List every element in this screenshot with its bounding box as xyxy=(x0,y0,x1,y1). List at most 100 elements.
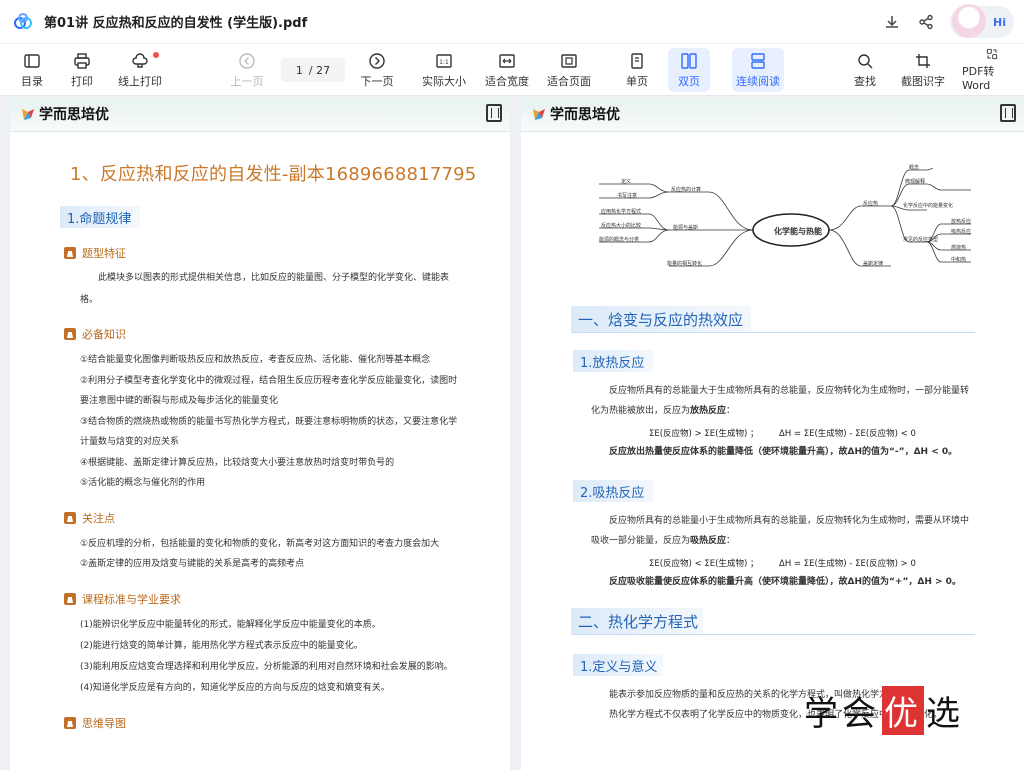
print-label: 打印 xyxy=(71,74,93,88)
paragraph: 反应吸收能量使反应体系的能量升高（使环境能量降低），故ΔH的值为“+”，ΔH >… xyxy=(609,577,961,587)
chapter-heading-text: 二、热化学方程式 xyxy=(578,612,699,631)
mind-map-node: 能量的相互转化 xyxy=(667,261,703,267)
section-heading-text: 1.命题规律 xyxy=(67,211,132,227)
fit-width-button[interactable]: 适合宽度 xyxy=(482,48,532,92)
page-main-title: 1、反应热和反应的自发性-副本1689668817795 xyxy=(70,164,477,185)
subheading-text: 必备知识 xyxy=(82,328,126,341)
section-heading: 1.放热反应 xyxy=(573,350,653,372)
pdf-convert-icon xyxy=(986,48,998,60)
document-title: 第01讲 反应热和反应的自发性 (学生版).pdf xyxy=(44,16,308,31)
section-heading-text: 1.定义与意义 xyxy=(580,659,658,675)
fit-width-icon xyxy=(499,53,515,68)
page-header: 学而思培优 xyxy=(521,98,1024,132)
brand-mark-icon xyxy=(22,109,34,120)
paragraph: 反应放出热量使反应体系的能量降低（使环境能量升高），故ΔH的值为“-”，ΔH <… xyxy=(609,447,958,457)
chevron-right-icon xyxy=(369,52,385,69)
cloud-print-icon xyxy=(132,52,148,68)
current-page-number[interactable]: 1 xyxy=(296,64,303,77)
next-page-button[interactable]: 下一页 xyxy=(356,48,398,92)
next-page-label: 下一页 xyxy=(360,74,394,88)
subheading-text: 题型特征 xyxy=(82,247,126,260)
text-span: 吸热反应 xyxy=(690,536,727,546)
fit-page-icon xyxy=(561,53,577,68)
flask-icon xyxy=(64,328,76,340)
printer-icon xyxy=(74,52,90,69)
section-heading: 1.定义与意义 xyxy=(573,654,663,676)
equation: ΔH = ΣE(生成物) - ΣE(反应物) > 0 xyxy=(779,559,916,569)
catalog-icon xyxy=(24,53,40,68)
user-avatar[interactable]: Hi xyxy=(950,4,1014,38)
equation: ΔH = ΣE(生成物) - ΣE(反应物) < 0 xyxy=(779,429,916,439)
actual-size-label: 实际大小 xyxy=(422,74,466,88)
print-button[interactable]: 打印 xyxy=(62,48,102,92)
fit-width-label: 适合宽度 xyxy=(485,74,529,88)
find-button[interactable]: 查找 xyxy=(848,48,882,92)
list-item: (1)能辨识化学反应中能量转化的形式，能解释化学反应中能量变化的本质。 xyxy=(80,620,381,630)
paragraph: 化为热能被放出，反应为放热反应： xyxy=(591,401,735,421)
equation: ΣE(反应物) < ΣE(生成物) ； xyxy=(649,559,759,569)
list-item: 要注意图中键的断裂与形成及每步活化的能量变化 xyxy=(80,396,279,406)
list-item: ①结合能量变化图像判断吸热反应和放热反应，考查反应热、活化能、催化剂等基本概念 xyxy=(80,355,431,365)
single-page-button[interactable]: 单页 xyxy=(620,48,654,92)
mind-map-node: 反应热 xyxy=(863,201,879,207)
search-icon xyxy=(858,53,873,68)
mind-map-center: 化学能与热能 xyxy=(774,227,822,236)
list-item: ②利用分子模型考查化学变化中的微观过程，结合阻生反应历程考查化学反应能量变化，读… xyxy=(80,376,458,386)
double-page-button[interactable]: 双页 xyxy=(668,48,710,92)
notification-dot xyxy=(153,52,159,58)
brand-name: 学而思培优 xyxy=(550,107,620,123)
equation: ΣE(反应物) > ΣE(生成物) ； xyxy=(649,429,759,439)
text-span: ： xyxy=(726,406,736,416)
flask-icon xyxy=(64,512,76,524)
subheading-mindmap: 思维导图 xyxy=(64,715,126,731)
pdf-to-word-label: PDF转Word xyxy=(962,65,995,92)
brand-name: 学而思培优 xyxy=(39,107,109,123)
actual-size-button[interactable]: 1:1 实际大小 xyxy=(418,48,470,92)
paragraph: 此模块多以图表的形式提供相关信息，比如反应的能量图、分子模型的化学变化、键能表 xyxy=(98,273,450,283)
mind-map-node: 微观解释 xyxy=(905,179,926,185)
mind-map-node: 定义 xyxy=(621,179,632,185)
online-print-label: 线上打印 xyxy=(118,74,162,88)
mind-map-node: 能源与盖斯 xyxy=(673,225,699,231)
mind-map-node: 反应热的计算 xyxy=(671,187,702,193)
fit-page-button[interactable]: 适合页面 xyxy=(544,48,594,92)
online-print-button[interactable]: 线上打印 xyxy=(112,48,168,92)
list-item: 计量数与焓变的对应关系 xyxy=(80,437,180,447)
brand-mark-icon xyxy=(533,109,545,120)
chapter-heading: 一、焓变与反应的热效应 xyxy=(571,306,975,333)
text-span: 化为热能被放出，反应为 xyxy=(591,406,691,416)
flask-icon xyxy=(64,593,76,605)
list-item: ①反应机理的分析，包括能量的变化和物质的变化，新高考对这方面知识的考查力度会加大 xyxy=(80,539,440,549)
download-icon[interactable] xyxy=(882,12,902,32)
crop-icon xyxy=(916,53,930,68)
subheading-text: 课程标准与学业要求 xyxy=(82,593,181,606)
watermark-text: 学会 xyxy=(804,694,880,734)
catalog-button[interactable]: 目录 xyxy=(12,48,52,92)
avatar-image xyxy=(952,4,986,38)
mind-map-node: 常见的反应类型 xyxy=(903,237,939,243)
mind-map-node: 中和热 xyxy=(951,257,967,263)
brand-logo: 学而思培优 xyxy=(20,104,109,124)
share-icon[interactable] xyxy=(916,12,936,32)
subheading-standard: 课程标准与学业要求 xyxy=(64,591,181,607)
mind-map-node: 反应热大小的比较 xyxy=(601,223,642,229)
pdf-page-left: 学而思培优 1、反应热和反应的自发性-副本1689668817795 1.命题规… xyxy=(10,98,510,770)
mind-map-node: 书写注意 xyxy=(617,193,638,199)
text-span: 吸收一部分能量，反应为 xyxy=(591,536,691,546)
screenshot-ocr-button[interactable]: 截图识字 xyxy=(898,48,948,92)
continuous-reading-button[interactable]: 连续阅读 xyxy=(732,48,784,92)
title-bar: 第01讲 反应热和反应的自发性 (学生版).pdf Hi xyxy=(0,0,1024,44)
watermark-logo: 学会优选 xyxy=(804,686,964,735)
section-heading: 1.命题规律 xyxy=(60,206,140,228)
pdf-to-word-button[interactable]: PDF转Word xyxy=(962,48,1022,92)
text-span: 放热反应 xyxy=(690,406,727,416)
paragraph: 格。 xyxy=(80,295,99,305)
mind-map-node: 概念 xyxy=(909,165,920,171)
section-heading-text: 2.吸热反应 xyxy=(580,485,645,501)
page-header: 学而思培优 xyxy=(10,98,510,132)
flask-icon xyxy=(64,247,76,259)
avatar-greeting: Hi xyxy=(993,15,1006,29)
prev-page-button[interactable]: 上一页 xyxy=(226,48,268,92)
page-indicator[interactable]: 1 / 27 xyxy=(281,58,345,82)
subheading-text: 思维导图 xyxy=(82,717,126,730)
